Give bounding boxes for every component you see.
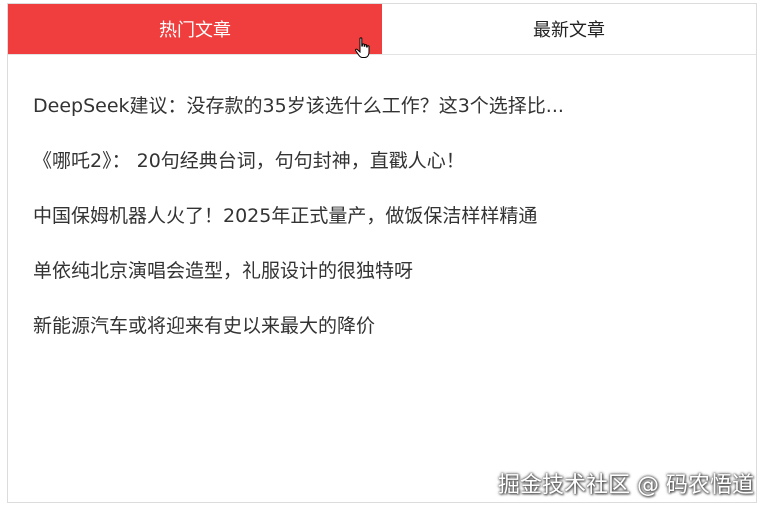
- tab-latest-articles-label: 最新文章: [533, 20, 605, 41]
- article-tabs-panel: 热门文章 最新文章 DeepSeek建议：没存款的35岁该选什么工作？这3个选择…: [7, 3, 757, 503]
- tab-latest-articles[interactable]: 最新文章: [382, 4, 756, 54]
- watermark: 掘金技术社区 @ 码农悟道: [498, 473, 754, 498]
- article-link[interactable]: 中国保姆机器人火了！2025年正式量产，做饭保洁样样精通: [33, 189, 653, 244]
- tab-hot-articles-label: 热门文章: [159, 20, 231, 41]
- article-link[interactable]: 单依纯北京演唱会造型，礼服设计的很独特呀: [33, 244, 653, 299]
- article-link[interactable]: 新能源汽车或将迎来有史以来最大的降价: [33, 299, 653, 354]
- tab-hot-articles[interactable]: 热门文章: [8, 4, 382, 58]
- article-list: DeepSeek建议：没存款的35岁该选什么工作？这3个选择比... 《哪吒2》…: [8, 79, 756, 354]
- article-link[interactable]: 《哪吒2》： 20句经典台词，句句封神，直戳人心！: [33, 134, 653, 189]
- hand-pointer-icon: [354, 37, 370, 58]
- article-link[interactable]: DeepSeek建议：没存款的35岁该选什么工作？这3个选择比...: [33, 79, 653, 134]
- tab-bar: 热门文章 最新文章: [8, 4, 756, 58]
